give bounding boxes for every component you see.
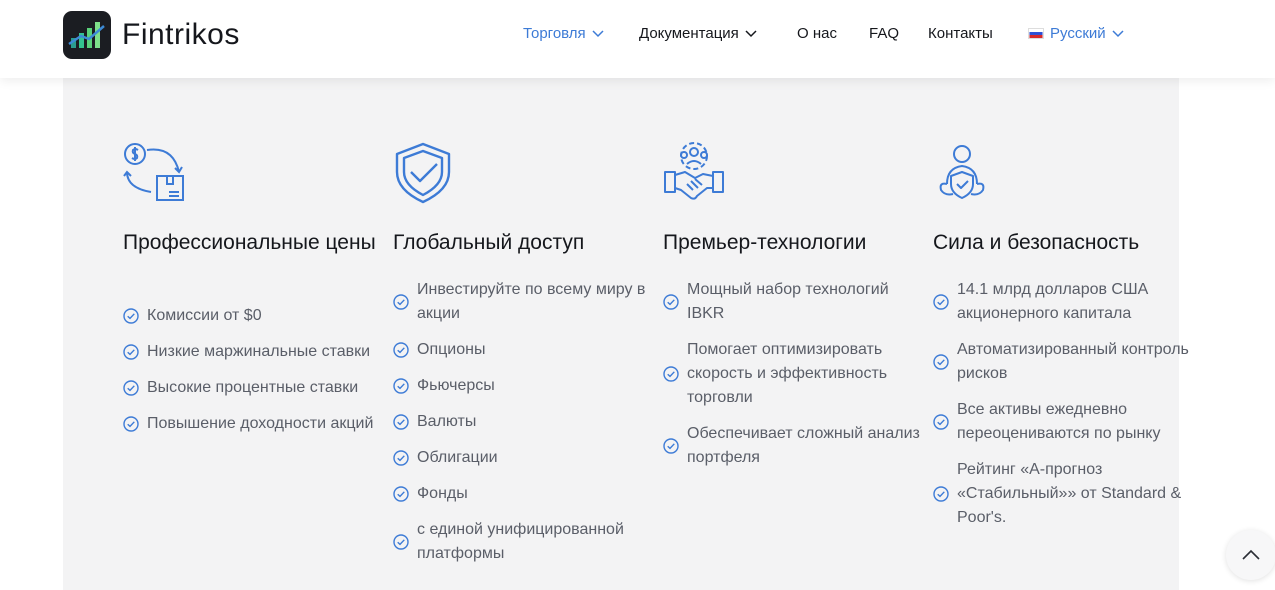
feature-list: Инвестируйте по всему миру в акции Опцио…	[393, 278, 653, 578]
list-item-text: Рейтинг «A-прогноз «Стабильный»» от Stan…	[957, 461, 1182, 526]
check-circle-icon	[663, 366, 679, 382]
features-panel: Профессиональные цены Комиссии от $0 Низ…	[63, 78, 1189, 590]
nav-contacts[interactable]: Контакты	[928, 25, 993, 42]
check-circle-icon	[123, 380, 139, 396]
list-item-text: Валюты	[417, 413, 477, 430]
list-item: Высокие процентные ставки	[123, 376, 383, 400]
check-circle-icon	[933, 294, 949, 310]
feature-title: Премьер-технологии	[663, 231, 867, 254]
nav-language-label: Русский	[1050, 25, 1106, 42]
check-circle-icon	[123, 416, 139, 432]
list-item: Все активы ежедневно переоцениваются по …	[933, 398, 1193, 446]
list-item: Комиссии от $0	[123, 304, 383, 328]
ru-flag-icon	[1028, 28, 1044, 39]
nav-about[interactable]: О нас	[797, 25, 837, 42]
list-item: Автоматизированный контроль рисков	[933, 338, 1193, 386]
check-circle-icon	[393, 450, 409, 466]
check-circle-icon	[933, 414, 949, 430]
list-item-text: Обеспечивает сложный анализ портфеля	[687, 425, 920, 466]
nav-documentation-label: Документация	[639, 25, 739, 42]
chevron-up-icon	[1242, 549, 1260, 560]
list-item: Облигации	[393, 446, 653, 470]
nav-trading[interactable]: Торговля	[523, 25, 604, 42]
check-circle-icon	[123, 344, 139, 360]
nav-faq-label: FAQ	[869, 25, 900, 42]
list-item: 14.1 млрд долларов США акционерного капи…	[933, 278, 1193, 326]
list-item-text: Низкие маржинальные ставки	[147, 343, 371, 360]
list-item: Инвестируйте по всему миру в акции	[393, 278, 653, 326]
check-circle-icon	[393, 342, 409, 358]
list-item: Рейтинг «A-прогноз «Стабильный»» от Stan…	[933, 458, 1193, 530]
chevron-down-icon	[592, 29, 604, 37]
feature-title: Профессиональные цены	[123, 231, 376, 254]
nav-faq[interactable]: FAQ	[869, 25, 899, 42]
chevron-down-icon	[745, 29, 757, 37]
list-item: Повышение доходности акций	[123, 412, 383, 436]
check-circle-icon	[933, 354, 949, 370]
feature-list: 14.1 млрд долларов США акционерного капи…	[933, 278, 1193, 542]
list-item: Обеспечивает сложный анализ портфеля	[663, 422, 923, 470]
nav-trading-label: Торговля	[523, 25, 586, 42]
check-circle-icon	[663, 294, 679, 310]
check-circle-icon	[393, 294, 409, 310]
check-circle-icon	[393, 378, 409, 394]
feature-title: Сила и безопасность	[933, 231, 1140, 254]
check-circle-icon	[393, 486, 409, 502]
list-item-text: Повышение доходности акций	[147, 415, 374, 432]
shield-check-icon	[395, 142, 451, 204]
list-item: Низкие маржинальные ставки	[123, 340, 383, 364]
list-item-text: Автоматизированный контроль рисков	[957, 341, 1189, 382]
main-nav: Торговля Документация О нас FAQ Контакты…	[0, 25, 1275, 45]
list-item: Помогает оптимизировать скорость и эффек…	[663, 338, 923, 410]
list-item: Фонды	[393, 482, 653, 506]
list-item: Валюты	[393, 410, 653, 434]
list-item-text: Опционы	[417, 341, 486, 358]
check-circle-icon	[123, 308, 139, 324]
list-item-text: с единой унифицированной платформы	[417, 521, 624, 562]
list-item: с единой унифицированной платформы	[393, 518, 653, 566]
site-header: Fintrikos Торговля Документация О нас FA…	[0, 0, 1275, 78]
chevron-down-icon	[1112, 29, 1124, 37]
nav-contacts-label: Контакты	[928, 25, 993, 42]
scroll-to-top-button[interactable]	[1226, 530, 1275, 580]
list-item-text: 14.1 млрд долларов США акционерного капи…	[957, 281, 1149, 322]
person-shield-icon	[939, 145, 985, 199]
list-item: Мощный набор технологий IBKR	[663, 278, 923, 326]
list-item-text: Фонды	[417, 485, 468, 502]
check-circle-icon	[393, 534, 409, 550]
list-item-text: Фьючерсы	[417, 377, 495, 394]
list-item-text: Помогает оптимизировать скорость и эффек…	[687, 341, 888, 406]
nav-documentation[interactable]: Документация	[639, 25, 757, 42]
feature-list: Комиссии от $0 Низкие маржинальные ставк…	[123, 304, 383, 448]
list-item-text: Инвестируйте по всему миру в акции	[417, 281, 646, 322]
list-item-text: Высокие процентные ставки	[147, 379, 359, 396]
check-circle-icon	[663, 438, 679, 454]
list-item-text: Мощный набор технологий IBKR	[687, 281, 889, 322]
dollar-exchange-icon	[123, 143, 184, 201]
list-item: Фьючерсы	[393, 374, 653, 398]
feature-title: Глобальный доступ	[393, 231, 585, 254]
feature-list: Мощный набор технологий IBKR Помогает оп…	[663, 278, 923, 482]
nav-language[interactable]: Русский	[1028, 25, 1124, 42]
check-circle-icon	[933, 486, 949, 502]
list-item: Опционы	[393, 338, 653, 362]
nav-about-label: О нас	[797, 25, 837, 42]
handshake-gear-icon	[664, 142, 724, 200]
list-item-text: Облигации	[417, 449, 498, 466]
list-item-text: Комиссии от $0	[147, 307, 262, 324]
check-circle-icon	[393, 414, 409, 430]
list-item-text: Все активы ежедневно переоцениваются по …	[957, 401, 1161, 442]
